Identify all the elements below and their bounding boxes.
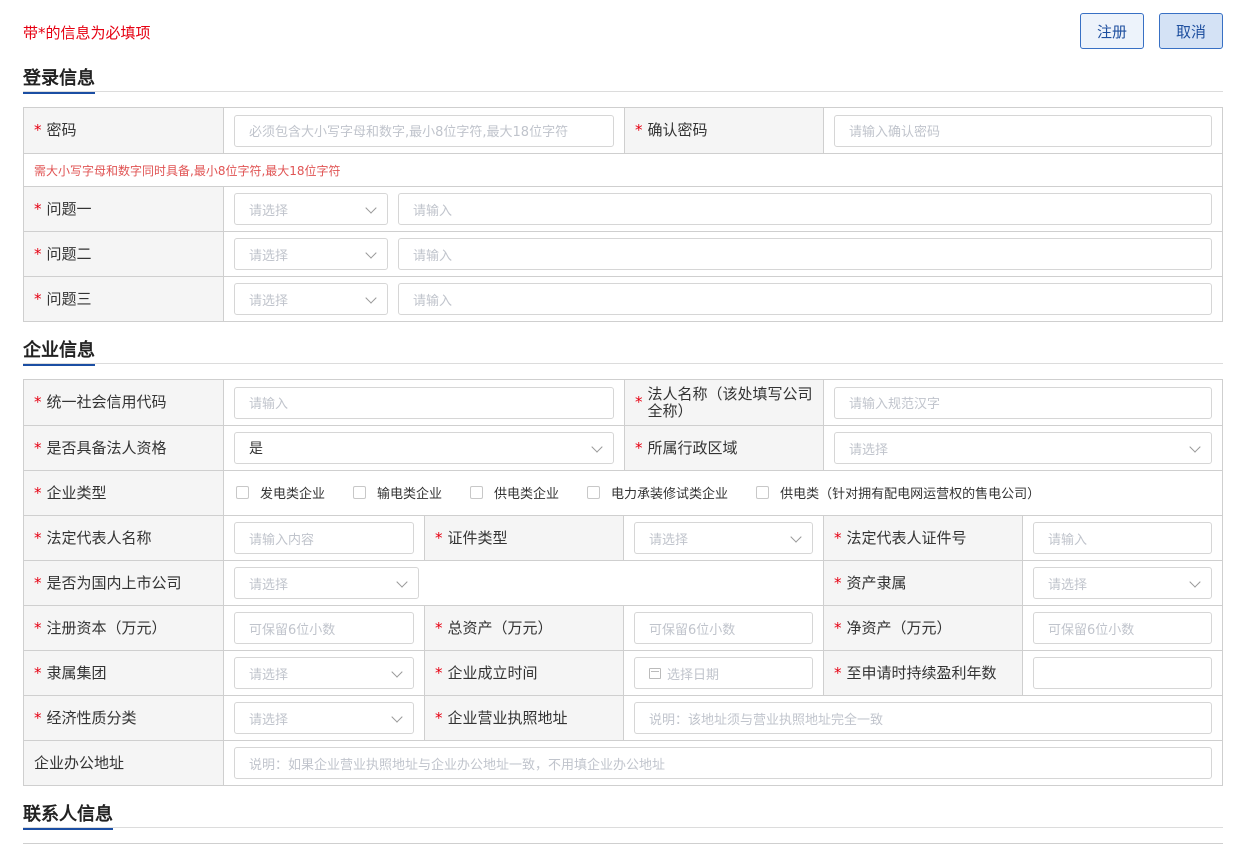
contact-section-title: 联系人信息	[23, 800, 113, 830]
answer-input[interactable]: 请输入	[398, 193, 1212, 225]
question-row-3: * 问题三 请选择 请输入	[24, 276, 1222, 321]
id-type-label: * 证件类型	[424, 516, 623, 560]
representative-row: * 法定代表人名称 请输入内容 * 证件类型 请选择 * 法定代表人证件号 请输入	[24, 515, 1222, 560]
cancel-button[interactable]: 取消	[1159, 13, 1223, 49]
listed-row: * 是否为国内上市公司 请选择 * 资产隶属 请选择	[24, 560, 1222, 605]
rep-id-label: * 法定代表人证件号	[823, 516, 1022, 560]
founded-date-picker[interactable]: 选择日期	[634, 657, 813, 689]
economy-row: * 经济性质分类 请选择 * 企业营业执照地址 说明：该地址须与营业执照地址完全一致	[24, 695, 1222, 740]
calendar-icon	[649, 667, 661, 679]
confirm-password-label: * 确认密码	[624, 108, 823, 153]
chevron-down-icon	[790, 531, 802, 543]
company-type-row: * 企业类型 发电类企业 输电类企业 供电类企业 电力承装修试类企业 供电类（针对…	[24, 470, 1222, 515]
confirm-password-input[interactable]: 请输入确认密码	[834, 114, 1212, 147]
password-input[interactable]: 必须包含大小写字母和数字,最小8位字符,最大18位字符	[234, 114, 614, 147]
license-addr-label: * 企业营业执照地址	[424, 696, 623, 740]
group-select[interactable]: 请选择	[234, 657, 414, 689]
login-form: * 密码 必须包含大小写字母和数字,最小8位字符,最大18位字符 * 确认密码 请输…	[23, 107, 1223, 322]
credit-code-input[interactable]: 请输入	[234, 386, 614, 419]
asset-owner-select[interactable]: 请选择	[1033, 567, 1212, 599]
checkbox[interactable]	[353, 486, 367, 499]
question-label: * 问题三	[24, 277, 223, 321]
type-checkbox-generation[interactable]: 发电类企业	[236, 483, 325, 502]
top-actions: 注册 取消	[1080, 13, 1223, 49]
rep-id-input[interactable]: 请输入	[1033, 522, 1212, 554]
company-type-label: * 企业类型	[24, 471, 223, 515]
asset-owner-label: * 资产隶属	[823, 561, 1022, 605]
checkbox[interactable]	[587, 486, 601, 499]
region-select[interactable]: 请选择	[834, 432, 1212, 464]
net-assets-input[interactable]: 可保留6位小数	[1033, 612, 1212, 644]
office-addr-label: 企业办公地址	[24, 741, 223, 785]
chevron-down-icon	[365, 247, 377, 259]
chevron-down-icon	[396, 576, 408, 588]
section-divider	[23, 91, 1223, 92]
license-addr-input[interactable]: 说明：该地址须与营业执照地址完全一致	[634, 702, 1212, 734]
region-label: * 所属行政区域	[624, 426, 823, 470]
group-label: * 隶属集团	[24, 651, 223, 695]
required-note: 带*的信息为必填项	[23, 24, 151, 42]
group-row: * 隶属集团 请选择 * 企业成立时间 选择日期 * 至申请时持续盈利年数	[24, 650, 1222, 695]
rep-name-label: * 法定代表人名称	[24, 516, 223, 560]
economy-select[interactable]: 请选择	[234, 702, 414, 734]
question-select[interactable]: 请选择	[234, 193, 388, 225]
question-select[interactable]: 请选择	[234, 238, 388, 270]
question-label: * 问题二	[24, 232, 223, 276]
credit-code-row: * 统一社会信用代码 请输入 * 法人名称（该处填写公司全称） 请输入规范汉字	[24, 380, 1222, 425]
legal-name-input[interactable]: 请输入规范汉字	[834, 386, 1212, 419]
password-hint: 需大小写字母和数字同时具备,最小8位字符,最大18位字符	[34, 163, 341, 178]
section-divider	[23, 827, 1223, 828]
total-assets-label: * 总资产（万元）	[424, 606, 623, 650]
login-section-title: 登录信息	[23, 64, 95, 94]
listed-select[interactable]: 请选择	[234, 567, 419, 599]
question-label: * 问题一	[24, 187, 223, 231]
chevron-down-icon	[391, 711, 403, 723]
chevron-down-icon	[591, 441, 603, 453]
has-legal-label: * 是否具备法人资格	[24, 426, 223, 470]
office-addr-row: 企业办公地址 说明：如果企业营业执照地址与企业办公地址一致，不用填企业办公地址	[24, 740, 1222, 785]
type-checkbox-installation[interactable]: 电力承装修试类企业	[587, 483, 728, 502]
economy-label: * 经济性质分类	[24, 696, 223, 740]
type-checkbox-transmission[interactable]: 输电类企业	[353, 483, 442, 502]
question-select[interactable]: 请选择	[234, 283, 388, 315]
has-legal-row: * 是否具备法人资格 是 * 所属行政区域 请选择	[24, 425, 1222, 470]
total-assets-input[interactable]: 可保留6位小数	[634, 612, 813, 644]
listed-label: * 是否为国内上市公司	[24, 561, 223, 605]
company-section-title: 企业信息	[23, 336, 95, 366]
answer-input[interactable]: 请输入	[398, 283, 1212, 315]
capital-row: * 注册资本（万元） 可保留6位小数 * 总资产（万元） 可保留6位小数 * 净资产（…	[24, 605, 1222, 650]
type-checkbox-supply[interactable]: 供电类企业	[470, 483, 559, 502]
credit-code-label: * 统一社会信用代码	[24, 380, 223, 425]
chevron-down-icon	[1189, 576, 1201, 588]
rep-name-input[interactable]: 请输入内容	[234, 522, 414, 554]
founded-label: * 企业成立时间	[424, 651, 623, 695]
profit-years-input[interactable]	[1033, 657, 1212, 689]
legal-name-label: * 法人名称（该处填写公司全称）	[624, 380, 823, 425]
password-row: * 密码 必须包含大小写字母和数字,最小8位字符,最大18位字符 * 确认密码 请输…	[24, 108, 1222, 153]
office-addr-input[interactable]: 说明：如果企业营业执照地址与企业办公地址一致，不用填企业办公地址	[234, 747, 1212, 779]
checkbox[interactable]	[756, 486, 770, 499]
reg-capital-label: * 注册资本（万元）	[24, 606, 223, 650]
register-button[interactable]: 注册	[1080, 13, 1144, 49]
company-form: * 统一社会信用代码 请输入 * 法人名称（该处填写公司全称） 请输入规范汉字 * 是…	[23, 379, 1223, 786]
answer-input[interactable]: 请输入	[398, 238, 1212, 270]
question-row-2: * 问题二 请选择 请输入	[24, 231, 1222, 276]
id-type-select[interactable]: 请选择	[634, 522, 813, 554]
chevron-down-icon	[365, 202, 377, 214]
reg-capital-input[interactable]: 可保留6位小数	[234, 612, 414, 644]
question-row-1: * 问题一 请选择 请输入	[24, 186, 1222, 231]
net-assets-label: * 净资产（万元）	[823, 606, 1022, 650]
chevron-down-icon	[365, 292, 377, 304]
chevron-down-icon	[391, 666, 403, 678]
section-divider	[23, 363, 1223, 364]
type-checkbox-retail-supply[interactable]: 供电类（针对拥有配电网运营权的售电公司）	[756, 483, 1040, 502]
checkbox[interactable]	[236, 486, 249, 499]
password-hint-row: 需大小写字母和数字同时具备,最小8位字符,最大18位字符	[24, 153, 1222, 186]
chevron-down-icon	[1189, 441, 1201, 453]
checkbox[interactable]	[470, 486, 484, 499]
password-label: * 密码	[24, 108, 223, 153]
has-legal-select[interactable]: 是	[234, 432, 614, 464]
profit-years-label: * 至申请时持续盈利年数	[823, 651, 1022, 695]
